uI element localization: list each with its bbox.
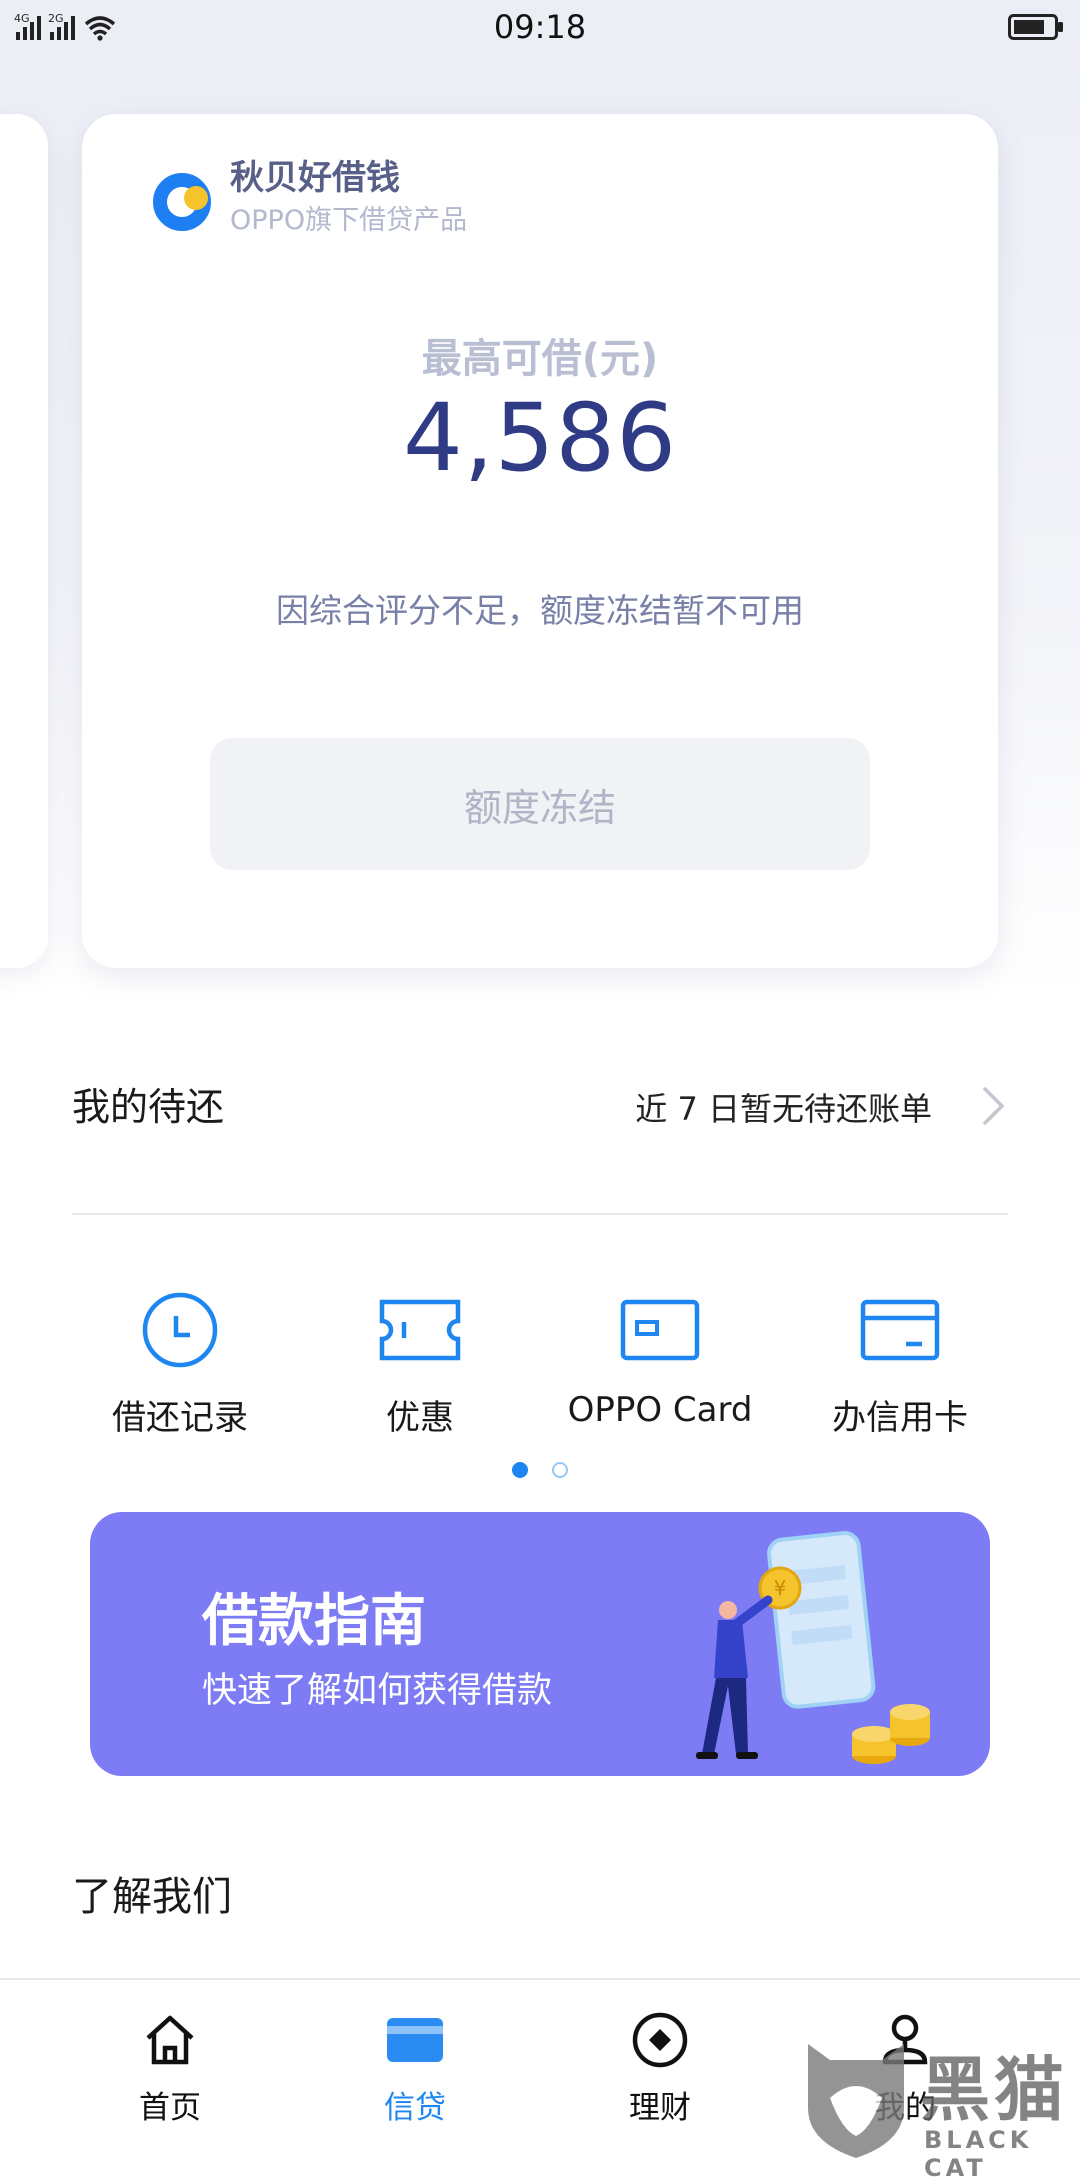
quick-entry-oppo-card[interactable]: OPPO Card [560,1288,760,1448]
quick-entry-label: 借还记录 [112,1398,248,1438]
pending-repayments-row[interactable]: 我的待还 近 7 日暂无待还账单 [72,1070,1008,1140]
chevron-right-icon [982,1086,1005,1126]
nav-label: 理财 [629,2090,691,2126]
status-time: 09:18 [493,8,587,46]
previous-card-peek[interactable] [0,114,48,968]
nav-label: 信贷 [384,2090,446,2126]
brand-logo-icon [153,173,211,231]
nav-credit[interactable]: 信贷 [280,1980,550,2162]
frozen-note: 因综合评分不足，额度冻结暂不可用 [276,591,804,630]
cat-shield-icon [808,2044,904,2158]
quick-entry-loan-records[interactable]: 借还记录 [80,1288,280,1448]
finance-icon [632,2012,688,2068]
person-phone-illustration-icon: ¥ [696,1531,930,1764]
nav-finance[interactable]: 理财 [525,1980,795,2162]
page-dot-inactive[interactable] [551,1462,568,1478]
quick-entry-credit-card[interactable]: 办信用卡 [800,1288,1000,1448]
svg-text:¥: ¥ [774,1576,787,1600]
quick-entry-label: 办信用卡 [832,1398,968,1438]
pending-title: 我的待还 [72,1085,225,1129]
clock-icon [142,1292,218,1368]
limit-label: 最高可借(元) [421,336,659,382]
quick-entry-coupons[interactable]: 优惠 [320,1288,520,1448]
about-us-title: 了解我们 [72,1874,232,1920]
quick-entry-label: 优惠 [386,1398,454,1438]
brand-name: 秋贝好借钱 [230,158,400,198]
divider [72,1213,1008,1215]
black-cat-watermark: 黑猫 BLACK CAT [800,2034,1080,2182]
page-dot-active[interactable] [512,1462,529,1478]
limit-amount: 4,586 [402,384,678,493]
nav-label: 首页 [139,2090,201,2126]
credit-card-icon [860,1299,940,1361]
brand-subtitle: OPPO旗下借贷产品 [230,205,468,236]
coupon-icon [379,1299,461,1361]
card-icon [620,1299,700,1361]
nav-home[interactable]: 首页 [35,1980,305,2162]
banner-subtitle: 快速了解如何获得借款 [202,1671,553,1711]
quick-entry-label: OPPO Card [567,1390,753,1430]
frozen-limit-button[interactable]: 额度冻结 [210,738,870,870]
status-bar: 4G 2G 09:18 [0,0,1080,58]
page-indicator [0,1462,1080,1480]
loan-guide-banner[interactable]: 借款指南 快速了解如何获得借款 ¥ [90,1512,990,1776]
home-icon [146,2015,194,2065]
loan-card: 秋贝好借钱 OPPO旗下借贷产品 最高可借(元) 4,586 因综合评分不足，额… [82,114,998,968]
banner-title: 借款指南 [202,1589,426,1654]
credit-icon [387,2018,443,2062]
watermark-text: 黑猫 [920,2049,1068,2131]
pending-status: 近 7 日暂无待还账单 [635,1090,932,1128]
watermark-subtext: BLACK CAT [924,2126,1033,2182]
battery-icon [1008,14,1063,40]
